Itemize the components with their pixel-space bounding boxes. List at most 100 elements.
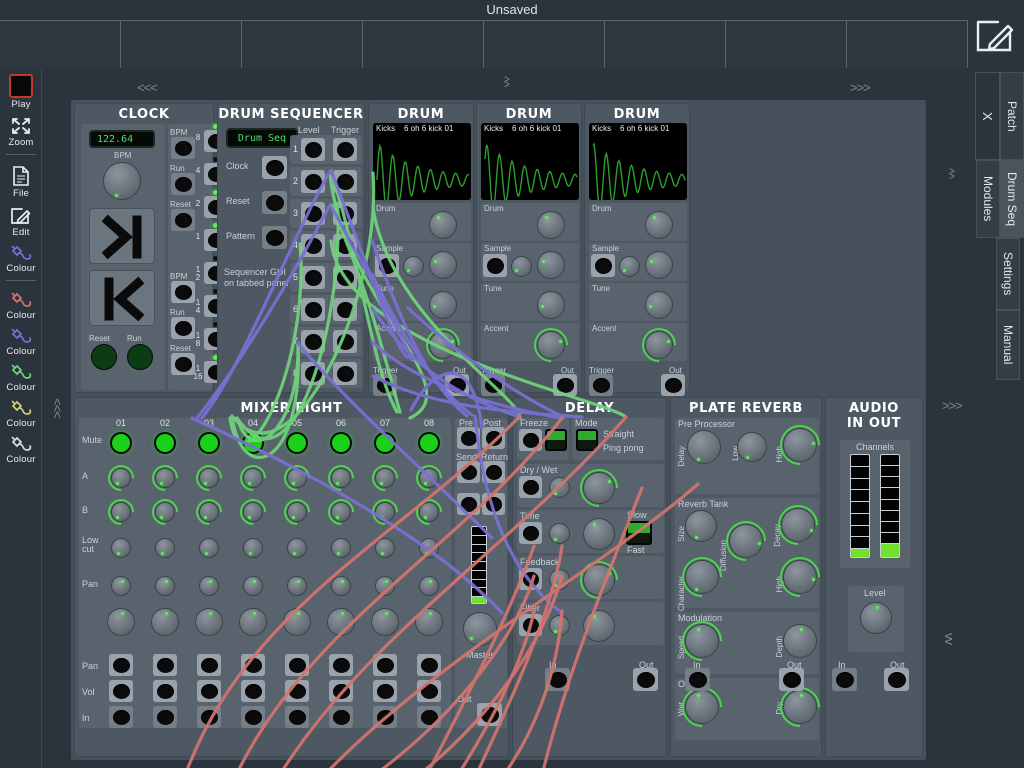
knob[interactable] <box>526 320 576 370</box>
knob[interactable] <box>146 459 184 497</box>
knob[interactable] <box>572 461 626 515</box>
knob[interactable] <box>190 493 228 531</box>
mixer-mute-button[interactable] <box>286 432 308 454</box>
knob[interactable] <box>107 608 135 636</box>
mode-toggle[interactable] <box>576 429 598 451</box>
knob[interactable] <box>783 624 817 658</box>
transport-reset-button[interactable] <box>91 344 117 370</box>
knob[interactable] <box>673 612 731 670</box>
patch-jack[interactable] <box>109 706 133 728</box>
patch-jack[interactable] <box>482 493 505 515</box>
knob[interactable] <box>429 291 457 319</box>
knob[interactable] <box>771 416 829 474</box>
knob[interactable] <box>234 459 272 497</box>
mixer-mute-button[interactable] <box>374 432 396 454</box>
knob[interactable] <box>549 523 570 544</box>
patch-jack[interactable] <box>375 254 399 277</box>
knob[interactable] <box>418 320 468 370</box>
tab-manual[interactable]: Manual <box>996 310 1020 380</box>
patch-jack[interactable] <box>333 202 357 225</box>
patch-canvas[interactable]: <<< >>> <<< >>> ^^ vv <<< ^^ >>> vv CLOC… <box>42 68 968 768</box>
patch-jack[interactable] <box>285 680 309 702</box>
patch-jack[interactable] <box>153 680 177 702</box>
close-panel-button[interactable]: X <box>975 72 1000 160</box>
patch-jack[interactable] <box>262 226 287 249</box>
knob[interactable] <box>366 459 404 497</box>
patch-jack[interactable] <box>591 254 615 277</box>
knob[interactable] <box>419 538 439 558</box>
patch-jack[interactable] <box>333 266 357 289</box>
module-slot[interactable] <box>726 21 847 68</box>
knob[interactable] <box>331 576 351 596</box>
knob[interactable] <box>860 602 892 634</box>
patch-jack[interactable] <box>417 706 441 728</box>
knob[interactable] <box>537 291 565 319</box>
knob[interactable] <box>419 576 439 596</box>
bpm-display[interactable]: 122.64 <box>89 130 155 148</box>
nav-right-top[interactable]: >>> <box>850 80 871 95</box>
knob[interactable] <box>199 576 219 596</box>
mixer-mute-button[interactable] <box>330 432 352 454</box>
knob[interactable] <box>243 538 263 558</box>
knob[interactable] <box>687 430 721 464</box>
patch-jack[interactable] <box>109 680 133 702</box>
knob[interactable] <box>429 211 457 239</box>
patch-jack[interactable] <box>262 191 287 214</box>
patch-jack[interactable] <box>153 706 177 728</box>
patch-jack[interactable] <box>373 654 397 676</box>
module-slot[interactable] <box>242 21 363 68</box>
patch-jack[interactable] <box>417 654 441 676</box>
toolbar-colour-yellow[interactable]: Colour <box>0 393 42 429</box>
knob[interactable] <box>190 459 228 497</box>
knob[interactable] <box>283 608 311 636</box>
knob[interactable] <box>410 493 448 531</box>
patch-jack[interactable] <box>483 254 507 277</box>
patch-jack[interactable] <box>661 374 685 396</box>
knob[interactable] <box>771 548 829 606</box>
patch-jack[interactable] <box>333 330 357 353</box>
patch-jack[interactable] <box>457 493 480 515</box>
knob[interactable] <box>322 493 360 531</box>
knob[interactable] <box>366 493 404 531</box>
knob[interactable] <box>151 608 179 636</box>
knob[interactable] <box>327 608 355 636</box>
transport-run-button[interactable] <box>127 344 153 370</box>
nav-up[interactable]: ^^ <box>497 76 512 86</box>
mixer-mute-button[interactable] <box>418 432 440 454</box>
patch-jack[interactable] <box>477 703 502 726</box>
rewind-to-start-button[interactable] <box>89 270 155 326</box>
nav-down-right[interactable]: vv <box>942 633 957 644</box>
knob[interactable] <box>549 477 570 498</box>
nav-right[interactable]: >>> <box>942 398 963 413</box>
edit-patch-icon[interactable] <box>974 14 1018 58</box>
patch-jack[interactable] <box>417 680 441 702</box>
knob[interactable] <box>717 512 775 570</box>
delay-speed-toggle[interactable] <box>626 521 652 545</box>
patch-jack[interactable] <box>171 173 195 195</box>
patch-jack[interactable] <box>301 266 325 289</box>
knob[interactable] <box>549 569 570 590</box>
mixer-mute-button[interactable] <box>154 432 176 454</box>
knob[interactable] <box>243 576 263 596</box>
knob[interactable] <box>429 251 457 279</box>
patch-jack[interactable] <box>333 362 357 385</box>
knob[interactable] <box>278 493 316 531</box>
sample-waveform-display[interactable]: Kicks 6 oh 6 kick 01 <box>589 123 687 200</box>
knob[interactable] <box>769 496 827 554</box>
patch-jack[interactable] <box>373 706 397 728</box>
patch-jack[interactable] <box>779 668 804 691</box>
patch-jack[interactable] <box>333 138 357 161</box>
patch-jack[interactable] <box>457 461 480 483</box>
sample-waveform-display[interactable]: Kicks 6 oh 6 kick 01 <box>373 123 471 200</box>
knob[interactable] <box>673 548 731 606</box>
nav-up-right[interactable]: ^^ <box>942 168 957 178</box>
patch-jack[interactable] <box>171 209 195 231</box>
sequencer-preset-display[interactable]: Drum Seq <box>226 128 298 148</box>
knob[interactable] <box>103 162 141 200</box>
freeze-toggle[interactable] <box>545 429 567 451</box>
toolbar-zoom[interactable]: Zoom <box>0 110 42 148</box>
patch-jack[interactable] <box>241 706 265 728</box>
knob[interactable] <box>771 678 829 736</box>
knob[interactable] <box>511 256 532 277</box>
knob[interactable] <box>403 256 424 277</box>
